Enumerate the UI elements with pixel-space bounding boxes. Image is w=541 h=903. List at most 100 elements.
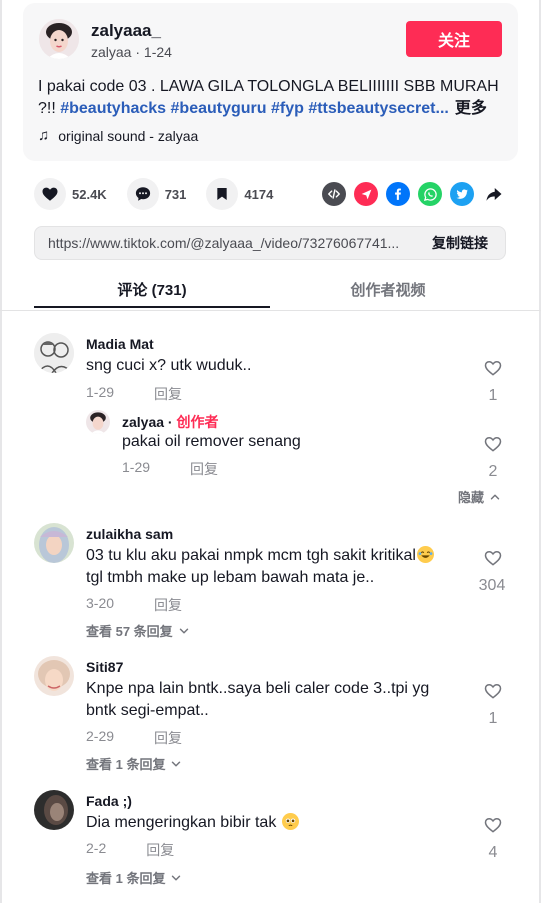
comment-text-line2: bntk segi-empat..: [86, 702, 209, 719]
view-replies-label: 查看 57 条回复: [86, 624, 173, 639]
view-replies-label: 查看 1 条回复: [86, 871, 166, 886]
bookmark-icon[interactable]: [206, 178, 239, 210]
comment-date: 2-29: [86, 728, 115, 744]
comment-like-count: 304: [478, 577, 506, 594]
view-replies-button[interactable]: 查看 1 条回复: [86, 754, 183, 773]
comment-username[interactable]: Fada ;): [86, 793, 132, 809]
sound-name: original sound - zalyaa: [58, 127, 199, 144]
view-replies-label: 查看 1 条回复: [86, 757, 166, 772]
sound-link[interactable]: ♫ original sound - zalyaa: [38, 127, 198, 144]
comment-meta: 3-20 回复: [86, 595, 182, 615]
tab-comments[interactable]: 评论 (731): [34, 274, 270, 308]
comment-like[interactable]: 1: [478, 358, 508, 405]
comment-like-count: 1: [488, 710, 498, 727]
chevron-down-icon: [172, 875, 181, 880]
reply-avatar[interactable]: [86, 410, 110, 434]
reply-button[interactable]: 回复: [154, 384, 182, 404]
tab-bar: 评论 (731) 创作者视频: [34, 274, 506, 310]
post-caption: I pakai code 03 . LAWA GILA TOLONGLA BEL…: [38, 76, 508, 120]
comment-text-line: Dia mengeringkan bibir tak: [86, 814, 277, 831]
save-count: 4174: [244, 186, 274, 202]
copy-link-button[interactable]: 复制链接: [415, 227, 505, 259]
comment-meta: 2-2 回复: [86, 840, 174, 860]
like-count: 52.4K: [72, 186, 107, 202]
heart-outline-icon[interactable]: [483, 681, 503, 701]
heart-outline-icon[interactable]: [483, 548, 503, 568]
save-stat[interactable]: 4174: [206, 178, 273, 210]
reply-text: pakai oil remover senang: [122, 433, 301, 450]
whatsapp-icon[interactable]: [418, 182, 442, 206]
chevron-down-icon: [179, 628, 188, 633]
share-buttons: [322, 182, 514, 206]
comment-meta: 1-29 回复: [86, 384, 182, 404]
avatar[interactable]: [34, 790, 74, 830]
reply-like[interactable]: 2: [478, 434, 508, 481]
hide-replies-button[interactable]: 隐藏: [458, 487, 502, 506]
comment-text: sng cuci x? utk wuduk..: [86, 357, 252, 374]
author-username[interactable]: zalyaaa_: [91, 21, 161, 41]
author-avatar[interactable]: [39, 19, 79, 59]
chevron-down-icon: [172, 761, 181, 766]
heart-outline-icon[interactable]: [483, 434, 503, 454]
video-link-box: https://www.tiktok.com/@zalyaaa_/video/7…: [34, 226, 506, 260]
comment-like[interactable]: 304: [478, 548, 508, 595]
comment-username[interactable]: Siti87: [86, 659, 123, 675]
comment-text: 03 tu klu aku pakai nmpk mcm tgh sakit k…: [86, 545, 466, 589]
author-nickname-date: zalyaa · 1-24: [91, 44, 172, 60]
tab-creator-videos[interactable]: 创作者视频: [270, 274, 506, 308]
reply-meta: 1-29 回复: [122, 459, 218, 479]
share-arrow-icon[interactable]: [482, 182, 506, 206]
caption-hashtags[interactable]: #beautyhacks #beautyguru #fyp #ttsbeauty…: [60, 100, 449, 117]
hide-label: 隐藏: [458, 490, 485, 505]
like-stat[interactable]: 52.4K: [34, 178, 107, 210]
pleading-emoji-icon: [281, 813, 299, 830]
comment-username[interactable]: Madia Mat: [86, 336, 154, 352]
embed-icon[interactable]: [322, 182, 346, 206]
comment-text-line1: 03 tu klu aku pakai nmpk mcm tgh sakit k…: [86, 547, 416, 564]
heart-outline-icon[interactable]: [483, 815, 503, 835]
send-icon[interactable]: [354, 182, 378, 206]
comment-like[interactable]: 1: [478, 681, 508, 728]
video-url[interactable]: https://www.tiktok.com/@zalyaaa_/video/7…: [35, 235, 413, 251]
comment-like[interactable]: 4: [478, 815, 508, 862]
view-replies-button[interactable]: 查看 1 条回复: [86, 868, 183, 887]
reply-username-text: zalyaa: [122, 414, 165, 430]
reply-button[interactable]: 回复: [154, 728, 182, 748]
avatar[interactable]: [34, 333, 74, 373]
reply-like-count: 2: [488, 463, 498, 480]
avatar[interactable]: [34, 656, 74, 696]
reply-button[interactable]: 回复: [190, 459, 218, 479]
view-replies-button[interactable]: 查看 57 条回复: [86, 621, 191, 640]
reply-button[interactable]: 回复: [146, 840, 174, 860]
twitter-icon[interactable]: [450, 182, 474, 206]
heart-outline-icon[interactable]: [483, 358, 503, 378]
follow-button[interactable]: 关注: [406, 21, 502, 57]
heart-icon[interactable]: [34, 178, 66, 210]
comment-stat[interactable]: 731: [126, 178, 186, 210]
comment-icon[interactable]: [126, 178, 159, 210]
avatar[interactable]: [34, 523, 74, 563]
comment-date: 2-2: [86, 840, 107, 856]
comment-text: Knpe npa lain bntk..saya beli caler code…: [86, 678, 466, 722]
comment-date: 1-29: [86, 384, 115, 400]
music-note-icon: ♫: [38, 127, 50, 144]
creator-badge: 创作者: [176, 414, 219, 430]
reply-date: 1-29: [122, 459, 151, 475]
comment-meta: 2-29 回复: [86, 728, 182, 748]
facebook-icon[interactable]: [386, 182, 410, 206]
tab-divider: [0, 310, 541, 311]
comment-text-line2: tgl tmbh make up lebam bawah mata je..: [86, 569, 375, 586]
comment-username[interactable]: zulaikha sam: [86, 526, 173, 542]
laughing-emoji-icon: [416, 546, 434, 563]
comment-like-count: 4: [488, 844, 498, 861]
post-info-card: zalyaaa_ zalyaa · 1-24 关注 I pakai code 0…: [23, 3, 518, 161]
comment-text: Dia mengeringkan bibir tak: [86, 812, 299, 834]
reply-button[interactable]: 回复: [154, 595, 182, 615]
engagement-stats: 52.4K 731 4174: [34, 177, 293, 211]
chevron-up-icon: [490, 494, 500, 499]
more-button[interactable]: 更多: [455, 100, 487, 117]
reply-username[interactable]: zalyaa · 创作者: [122, 412, 219, 432]
comment-like-count: 1: [488, 387, 498, 404]
left-border: [0, 0, 2, 903]
reply-separator: ·: [164, 414, 177, 430]
